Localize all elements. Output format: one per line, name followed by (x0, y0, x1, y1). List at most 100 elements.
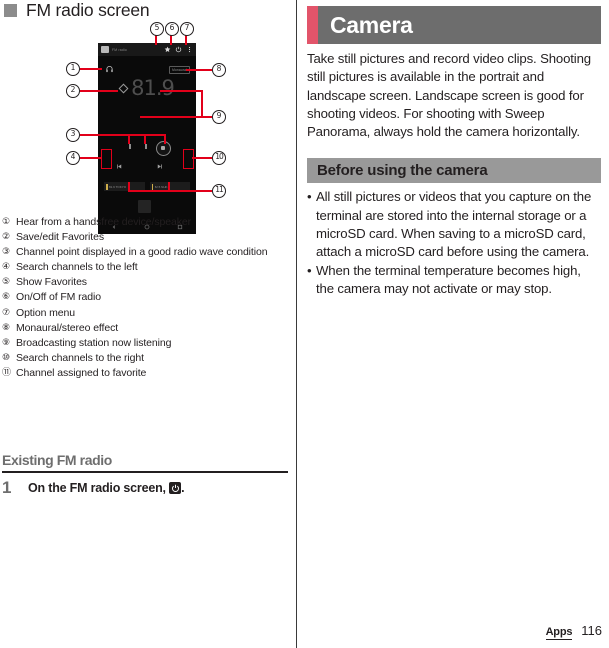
transport-controls (98, 161, 196, 173)
callout-rect-10 (183, 149, 194, 169)
chapter-header: Camera (307, 6, 601, 44)
legend-label: Save/edit Favorites (16, 231, 104, 244)
legend-number: ⑩ (2, 352, 11, 363)
favorite-marker-icon (151, 183, 153, 190)
legend-item: ⑦ Option menu (2, 306, 288, 320)
callout-line-5 (155, 35, 157, 45)
right-column: Camera Take still pictures and record vi… (307, 0, 601, 298)
page-footer: Apps 116 (545, 623, 602, 640)
bullet-icon: • (307, 262, 312, 278)
note-text: All still pictures or videos that you ca… (316, 189, 592, 260)
legend-item: ⑥ On/Off of FM radio (2, 290, 288, 304)
previous-icon[interactable] (116, 163, 123, 170)
notes-list: • All still pictures or videos that you … (307, 188, 601, 298)
chapter-accent-bar (307, 6, 318, 44)
callout-line-11 (128, 190, 212, 192)
legend-number: ② (2, 232, 11, 243)
legend-item: ④ Search channels to the left (2, 260, 288, 274)
fm-radio-screen-figure: FM radio Monaural 81.9 81.9 TOKYO 82.5 N… (0, 22, 290, 234)
callout-line-4 (80, 157, 101, 159)
power-icon[interactable] (169, 482, 182, 494)
next-icon[interactable] (156, 163, 163, 170)
callout-number-8: 8 (212, 63, 226, 77)
callout-line-10 (192, 157, 212, 159)
overflow-menu-icon[interactable] (186, 45, 193, 54)
legend-number: ⑤ (2, 277, 11, 288)
step-text-before: On the FM radio screen, (28, 481, 170, 495)
callout-number-3: 3 (66, 128, 80, 142)
legend-item: ⑤ Show Favorites (2, 275, 288, 289)
callout-number-11: 11 (212, 184, 226, 198)
legend-label: On/Off of FM radio (16, 291, 101, 304)
callout-number-5: 5 (150, 22, 164, 36)
power-icon[interactable] (175, 45, 182, 54)
callout-line-9-vert (201, 90, 203, 117)
legend-label: Broadcasting station now listening (16, 336, 172, 349)
note-item: • When the terminal temperature becomes … (307, 262, 601, 299)
legend-number: ⑧ (2, 322, 11, 333)
legend-item: ③ Channel point displayed in a good radi… (2, 245, 288, 259)
callout-number-6: 6 (165, 22, 179, 36)
callout-line-2 (80, 90, 118, 92)
step-text: On the FM radio screen, . (28, 479, 288, 497)
left-column: FM radio screen FM radio Monaural 81.9 8… (0, 0, 290, 648)
section-marker-icon (4, 4, 17, 18)
callout-line-8 (186, 69, 212, 71)
legend-label: Hear from a handsfree device/speaker (16, 216, 191, 228)
legend-number: ① (2, 217, 11, 227)
legend-item: ⑨ Broadcasting station now listening (2, 336, 288, 350)
callout-line-7 (185, 35, 187, 45)
favorite-channel-label: 81.9 TOKYO (109, 184, 127, 189)
procedure-step: 1 On the FM radio screen, . (2, 479, 288, 497)
callout-line-3-stub (144, 134, 146, 144)
note-text: When the terminal temperature becomes hi… (316, 262, 581, 296)
note-item: • All still pictures or videos that you … (307, 188, 601, 261)
phone-status-bar: FM radio (98, 43, 196, 56)
fm-radio-app-icon (101, 46, 109, 53)
legend-number: ③ (2, 247, 11, 258)
legend-item: ① Hear from a handsfree device/speaker (2, 215, 288, 229)
callout-line-3 (80, 134, 166, 136)
legend-label: Show Favorites (16, 276, 87, 289)
bullet-icon: • (307, 189, 312, 205)
save-favorite-icon[interactable] (118, 83, 129, 93)
callout-line-3-stub (164, 134, 166, 144)
callout-line-9-bottom (140, 116, 212, 118)
legend-number: ⑨ (2, 337, 11, 348)
legend-item: ② Save/edit Favorites (2, 230, 288, 244)
step-text-after: . (181, 481, 185, 495)
callout-number-10: 10 (212, 151, 226, 165)
legend-number: ⑥ (2, 292, 11, 303)
callout-number-9: 9 (212, 110, 226, 124)
phone-app-title: FM radio (112, 47, 127, 52)
legend-item: ⑧ Monaural/stereo effect (2, 321, 288, 335)
legend-number: ④ (2, 262, 11, 273)
section-heading: FM radio screen (4, 1, 150, 20)
headphone-icon[interactable] (105, 65, 114, 73)
footer-page-number: 116 (581, 623, 602, 638)
callout-line-9-top (160, 90, 203, 92)
channel-point-tick (145, 144, 147, 149)
subsection-heading: Existing FM radio (2, 452, 112, 468)
station-artwork (138, 200, 151, 213)
legend-number: ⑦ (2, 307, 11, 318)
phone-screenshot: FM radio Monaural 81.9 81.9 TOKYO 82.5 N… (98, 43, 196, 234)
callout-number-4: 4 (66, 151, 80, 165)
legend-label: Channel assigned to favorite (16, 366, 147, 379)
chapter-title: Camera (330, 11, 413, 38)
legend-label: Option menu (16, 306, 76, 319)
callout-line-6 (170, 35, 172, 45)
callout-number-1: 1 (66, 62, 80, 76)
callout-rect-4 (101, 149, 112, 169)
callout-number-2: 2 (66, 84, 80, 98)
callout-number-7: 7 (180, 22, 194, 36)
legend-number: ⑪ (2, 367, 12, 378)
favorites-icon[interactable] (164, 45, 171, 54)
column-divider (296, 0, 297, 648)
subsection-header: Before using the camera (307, 158, 601, 184)
channel-point-tick (129, 144, 131, 149)
favorite-marker-icon (106, 183, 108, 190)
legend-item: ⑪ Channel assigned to favorite (2, 366, 288, 380)
channel-dial[interactable] (98, 139, 196, 156)
intro-paragraph: Take still pictures and record video cli… (307, 51, 591, 140)
